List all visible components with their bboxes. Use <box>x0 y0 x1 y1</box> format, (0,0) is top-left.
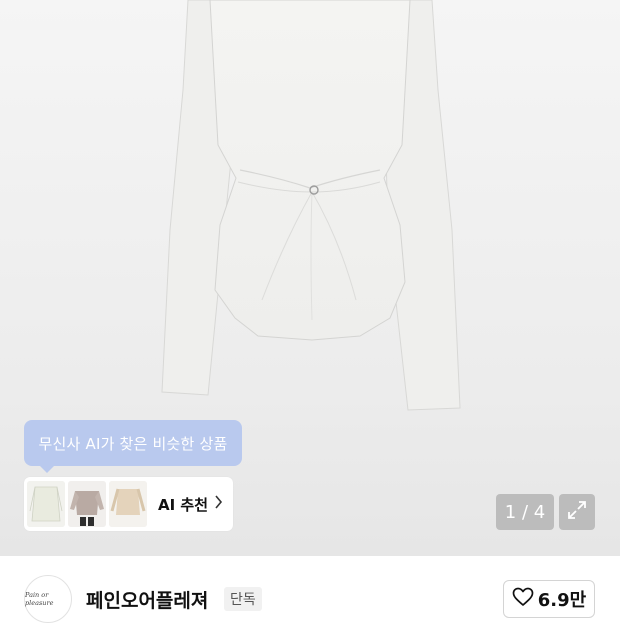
expand-button[interactable] <box>559 494 595 530</box>
exclusive-badge: 단독 <box>224 587 262 611</box>
thumbnail-taupe-top[interactable] <box>68 481 106 527</box>
thumbnail-cream-top[interactable] <box>27 481 65 527</box>
heart-icon <box>512 587 534 611</box>
chevron-right-icon <box>214 495 223 513</box>
like-count: 6.9만 <box>537 590 587 611</box>
product-image-gallery[interactable]: 무신사 AI가 찾은 비슷한 상품 AI 추천 1 / 4 <box>0 0 620 556</box>
image-counter-text: 1 / 4 <box>504 501 546 523</box>
image-counter: 1 / 4 <box>496 494 554 530</box>
expand-icon <box>566 499 588 525</box>
ai-similar-tooltip: 무신사 AI가 찾은 비슷한 상품 <box>24 420 242 473</box>
brand-logo-text: Pain or pleasure <box>25 591 54 607</box>
brand-logo[interactable]: Pain or pleasure <box>24 575 72 623</box>
ai-recommend-button[interactable]: AI 추천 <box>24 477 233 531</box>
brand-name[interactable]: 페인오어플레져 <box>86 586 208 613</box>
ai-recommend-label: AI 추천 <box>158 495 209 514</box>
like-button[interactable]: 6.9만 <box>503 580 595 618</box>
ai-tooltip-text: 무신사 AI가 찾은 비슷한 상품 <box>38 434 228 453</box>
product-image <box>161 0 461 411</box>
thumbnail-beige-top[interactable] <box>109 481 147 527</box>
